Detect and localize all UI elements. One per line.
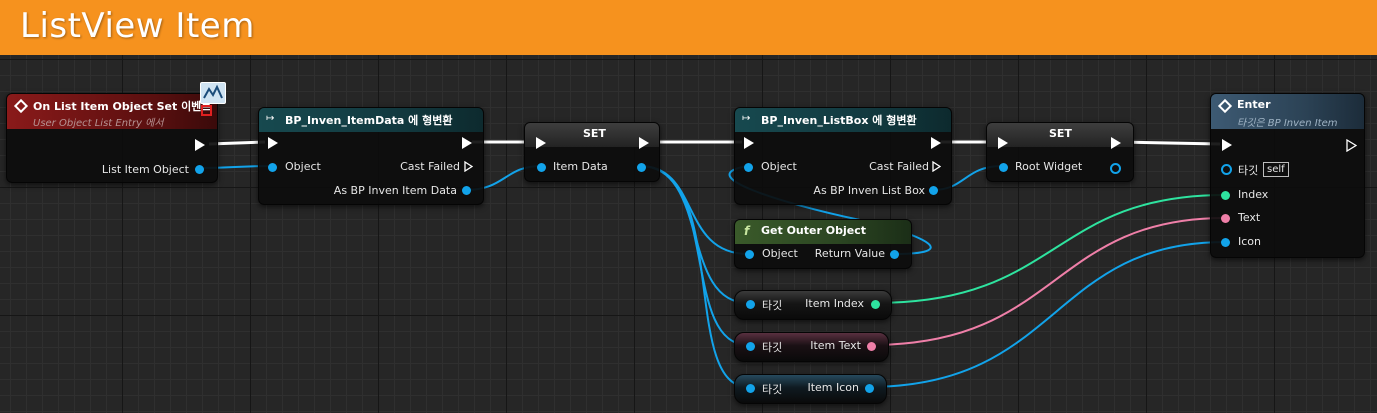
item-data-label: Item Data	[553, 160, 608, 173]
set-title: SET	[583, 127, 606, 140]
exec-out-pin[interactable]	[195, 139, 205, 151]
exec-out-pin[interactable]	[639, 137, 649, 149]
exec-in-pin[interactable]	[998, 137, 1008, 149]
return-value-pin[interactable]	[890, 250, 899, 259]
cast-failed-pin[interactable]	[464, 161, 473, 172]
title-bar: ListView Item	[0, 0, 1377, 55]
target-label: 타깃	[762, 299, 783, 312]
exec-wire-set2-enter	[1120, 140, 1221, 146]
cast-arrow-icon: ↦	[266, 113, 275, 124]
item-index-pin[interactable]	[871, 300, 880, 309]
set-title: SET	[1049, 127, 1072, 140]
icon-label: Icon	[1238, 235, 1261, 248]
object-in-pin[interactable]	[268, 163, 277, 172]
blueprint-icon	[200, 82, 226, 104]
target-pin[interactable]	[1221, 164, 1232, 175]
cast-title: BP_Inven_ListBox 에 형변환	[761, 114, 917, 127]
enter-node[interactable]: Enter 타깃은 BP Inven Item 타깃 self Index Te…	[1210, 93, 1365, 258]
cast-failed-label: Cast Failed	[869, 160, 929, 173]
exec-out-pin[interactable]	[462, 137, 472, 149]
as-list-box-label: As BP Inven List Box	[813, 184, 925, 197]
exec-out-pin[interactable]	[1346, 139, 1357, 152]
event-node-subtitle: User Object List Entry 에서	[33, 118, 164, 129]
enter-title: Enter	[1237, 98, 1271, 111]
item-index-label: Item Index	[805, 297, 864, 310]
target-pin[interactable]	[746, 300, 755, 309]
self-box[interactable]: self	[1263, 162, 1289, 177]
cast-item-data-node[interactable]: ↦ BP_Inven_ItemData 에 형변환 Object Cast Fa…	[258, 107, 484, 205]
cast-title: BP_Inven_ItemData 에 형변환	[285, 114, 453, 127]
set-item-data-node[interactable]: SET Item Data	[524, 122, 660, 182]
wire-index	[875, 194, 1226, 304]
target-label: 타깃	[762, 341, 783, 354]
item-icon-label: Item Icon	[807, 381, 859, 394]
target-pin[interactable]	[746, 342, 755, 351]
index-label: Index	[1238, 188, 1269, 201]
root-widget-in-pin[interactable]	[999, 163, 1008, 172]
return-value-label: Return Value	[814, 247, 885, 260]
cast-failed-label: Cast Failed	[400, 160, 460, 173]
target-label: 타깃	[1238, 164, 1259, 177]
exec-in-pin[interactable]	[744, 137, 754, 149]
function-f-icon: f	[744, 224, 750, 238]
target-pin[interactable]	[746, 384, 755, 393]
item-icon-pin[interactable]	[865, 384, 874, 393]
exec-in-pin[interactable]	[536, 137, 546, 149]
wire-icon	[867, 241, 1226, 388]
item-data-out-pin[interactable]	[637, 163, 646, 172]
object-in-label: Object	[285, 160, 321, 173]
as-item-data-pin[interactable]	[462, 186, 471, 195]
exec-out-pin[interactable]	[931, 137, 941, 149]
text-pin[interactable]	[1221, 214, 1230, 223]
root-widget-out-pin[interactable]	[1110, 163, 1121, 174]
object-in-label: Object	[762, 247, 798, 260]
get-outer-object-node[interactable]: f Get Outer Object Object Return Value	[734, 219, 912, 269]
item-data-in-pin[interactable]	[537, 163, 546, 172]
get-item-text-node[interactable]: 타깃 Item Text	[734, 332, 889, 362]
delegate-square-icon[interactable]	[201, 105, 212, 116]
exec-in-pin[interactable]	[1222, 139, 1232, 151]
target-label: 타깃	[762, 383, 783, 396]
item-text-label: Item Text	[810, 339, 861, 352]
list-item-object-label: List Item Object	[101, 163, 189, 176]
index-pin[interactable]	[1221, 191, 1230, 200]
list-item-object-pin[interactable]	[195, 165, 204, 174]
item-text-pin[interactable]	[867, 342, 876, 351]
object-in-pin[interactable]	[745, 250, 754, 259]
object-in-label: Object	[761, 160, 797, 173]
as-item-data-label: As BP Inven Item Data	[333, 184, 457, 197]
exec-in-pin[interactable]	[268, 137, 278, 149]
event-node[interactable]: On List Item Object Set 이벤트 User Object …	[6, 93, 218, 183]
page-title: ListView Item	[20, 6, 255, 46]
wire-item-data-get-text	[639, 165, 749, 346]
cast-list-box-node[interactable]: ↦ BP_Inven_ListBox 에 형변환 Object Cast Fai…	[734, 107, 952, 205]
get-item-icon-node[interactable]: 타깃 Item Icon	[734, 374, 887, 404]
blueprint-graph[interactable]: On List Item Object Set 이벤트 User Object …	[0, 55, 1377, 413]
cast-failed-pin[interactable]	[932, 161, 941, 172]
object-in-pin[interactable]	[744, 163, 753, 172]
as-list-box-pin[interactable]	[929, 186, 938, 195]
enter-subtitle: 타깃은 BP Inven Item	[1237, 118, 1338, 129]
event-node-title: On List Item Object Set 이벤트	[33, 100, 212, 113]
wire-text	[870, 217, 1226, 346]
get-item-index-node[interactable]: 타깃 Item Index	[734, 290, 892, 320]
set-root-widget-node[interactable]: SET Root Widget	[986, 122, 1134, 182]
root-widget-label: Root Widget	[1015, 160, 1083, 173]
text-label: Text	[1238, 211, 1261, 224]
wire-item-data-get-icon	[639, 165, 749, 388]
icon-pin[interactable]	[1221, 238, 1230, 247]
cast-arrow-icon: ↦	[742, 113, 751, 124]
get-outer-title: Get Outer Object	[761, 224, 866, 237]
exec-out-pin[interactable]	[1111, 137, 1121, 149]
